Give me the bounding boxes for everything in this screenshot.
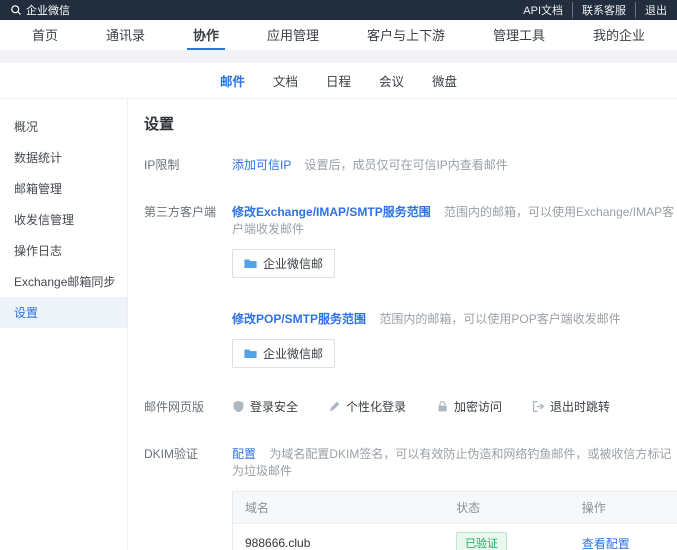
sidebar-item-exchange-sync[interactable]: Exchange邮箱同步 — [0, 266, 127, 297]
topbar: 企业微信 API文档 联系客服 退出 — [0, 0, 677, 20]
nav-contacts[interactable]: 通讯录 — [100, 20, 151, 50]
section-ip-limit: IP限制 添加可信IP 设置后，成员仅可在可信IP内查看邮件 — [144, 156, 677, 173]
wecom-mail-button-label: 企业微信邮 — [263, 345, 323, 362]
sidebar-item-operation-log[interactable]: 操作日志 — [0, 235, 127, 266]
dkim-table-header-row: 域名 状态 操作 — [233, 492, 677, 524]
main-nav: 首页 通讯录 协作 应用管理 客户与上下游 管理工具 我的企业 — [0, 20, 677, 50]
sidebar-item-overview[interactable]: 概况 — [0, 111, 127, 142]
wecom-mail-button-label: 企业微信邮 — [263, 255, 323, 272]
dkim-domain: 988666.club — [233, 524, 445, 550]
nav-app-management[interactable]: 应用管理 — [261, 20, 325, 50]
status-badge: 已验证 — [456, 532, 507, 550]
topbar-links: API文档 联系客服 退出 — [523, 2, 667, 18]
webmail-item-label: 登录安全 — [250, 398, 298, 415]
section-third-party-clients: 第三方客户端 修改Exchange/IMAP/SMTP服务范围 范围内的邮箱，可… — [144, 203, 677, 368]
main-panel: 邮件 文档 日程 会议 微盘 概况 数据统计 邮箱管理 收发信管理 操作日志 E… — [0, 63, 677, 550]
dkim-header-domain: 域名 — [233, 492, 445, 524]
page-background-band — [0, 50, 677, 63]
panel-body: 概况 数据统计 邮箱管理 收发信管理 操作日志 Exchange邮箱同步 设置 … — [0, 99, 677, 550]
pop-smtp-desc: 范围内的邮箱，可以使用POP客户端收发邮件 — [379, 312, 620, 326]
nav-admin-tools[interactable]: 管理工具 — [487, 20, 551, 50]
webmail-login-security[interactable]: 登录安全 — [232, 398, 298, 415]
section-webmail: 邮件网页版 登录安全 个性化登录 — [144, 398, 677, 415]
nav-my-company[interactable]: 我的企业 — [587, 20, 651, 50]
folder-icon — [244, 348, 257, 359]
modify-pop-smtp-link[interactable]: 修改POP/SMTP服务范围 — [232, 312, 366, 326]
wecom-mail-scope-button-1[interactable]: 企业微信邮 — [232, 249, 335, 278]
shield-icon — [232, 400, 245, 413]
dkim-configure-link[interactable]: 配置 — [232, 447, 256, 461]
subtab-drive[interactable]: 微盘 — [432, 71, 457, 90]
nav-collaboration[interactable]: 协作 — [187, 20, 225, 50]
dkim-header-status: 状态 — [444, 492, 570, 524]
modify-exchange-imap-smtp-link[interactable]: 修改Exchange/IMAP/SMTP服务范围 — [232, 205, 431, 219]
section-dkim: DKIM验证 配置 为域名配置DKIM签名，可以有效防止伪造和网络钓鱼邮件，或被… — [144, 445, 677, 550]
nav-customers[interactable]: 客户与上下游 — [361, 20, 451, 50]
pop-smtp-block: 修改POP/SMTP服务范围 范围内的邮箱，可以使用POP客户端收发邮件 企业微… — [232, 310, 677, 368]
webmail-logout-redirect[interactable]: 退出时跳转 — [532, 398, 610, 415]
wecom-mail-scope-button-2[interactable]: 企业微信邮 — [232, 339, 335, 368]
topbar-link-logout[interactable]: 退出 — [635, 2, 667, 18]
dkim-table: 域名 状态 操作 988666.club 已验证 查看配置 — [232, 491, 677, 550]
topbar-link-api-docs[interactable]: API文档 — [523, 2, 563, 18]
redirect-icon — [532, 400, 545, 413]
logo-text: 企业微信 — [26, 2, 70, 18]
subtab-meeting[interactable]: 会议 — [379, 71, 404, 90]
ip-limit-label: IP限制 — [144, 156, 220, 173]
ip-limit-desc: 设置后，成员仅可在可信IP内查看邮件 — [304, 158, 507, 172]
page-title: 设置 — [144, 113, 677, 134]
add-trusted-ip-link[interactable]: 添加可信IP — [232, 158, 291, 172]
topbar-link-contact-support[interactable]: 联系客服 — [572, 2, 626, 18]
sidebar-item-send-receive[interactable]: 收发信管理 — [0, 204, 127, 235]
webmail-item-label: 退出时跳转 — [550, 398, 610, 415]
subtab-mail[interactable]: 邮件 — [220, 71, 245, 90]
webmail-item-label: 个性化登录 — [346, 398, 406, 415]
webmail-personalized-login[interactable]: 个性化登录 — [328, 398, 406, 415]
webmail-item-label: 加密访问 — [454, 398, 502, 415]
webmail-label: 邮件网页版 — [144, 398, 220, 415]
folder-icon — [244, 258, 257, 269]
sidebar-item-settings[interactable]: 设置 — [0, 297, 127, 328]
third-party-label: 第三方客户端 — [144, 203, 220, 368]
dkim-header-action: 操作 — [570, 492, 677, 524]
sidebar: 概况 数据统计 邮箱管理 收发信管理 操作日志 Exchange邮箱同步 设置 — [0, 99, 128, 550]
view-config-link[interactable]: 查看配置 — [582, 537, 630, 550]
webmail-encrypted-access[interactable]: 加密访问 — [436, 398, 502, 415]
lock-icon — [436, 400, 449, 413]
sidebar-item-mailbox-mgmt[interactable]: 邮箱管理 — [0, 173, 127, 204]
subtab-docs[interactable]: 文档 — [273, 71, 298, 90]
exchange-imap-block: 修改Exchange/IMAP/SMTP服务范围 范围内的邮箱，可以使用Exch… — [232, 203, 677, 278]
sidebar-item-statistics[interactable]: 数据统计 — [0, 142, 127, 173]
subtab-calendar[interactable]: 日程 — [326, 71, 351, 90]
table-row: 988666.club 已验证 查看配置 — [233, 524, 677, 550]
wecom-logo-icon — [10, 4, 22, 16]
wecom-logo[interactable]: 企业微信 — [10, 2, 70, 18]
dkim-label: DKIM验证 — [144, 445, 220, 550]
personalize-icon — [328, 400, 341, 413]
dkim-desc: 为域名配置DKIM签名，可以有效防止伪造和网络钓鱼邮件，或被收信方标记为垃圾邮件 — [232, 447, 671, 478]
nav-home[interactable]: 首页 — [26, 20, 64, 50]
settings-content: 设置 IP限制 添加可信IP 设置后，成员仅可在可信IP内查看邮件 第三方客户端… — [128, 99, 677, 550]
collab-subtabs: 邮件 文档 日程 会议 微盘 — [0, 63, 677, 99]
